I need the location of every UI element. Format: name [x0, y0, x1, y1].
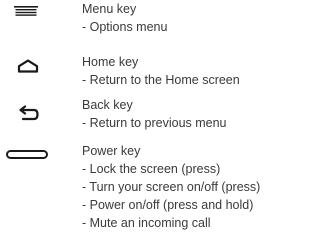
menu-key-function: - Options menu — [82, 20, 168, 34]
back-key-text: Back key - Return to previous menu — [82, 96, 227, 132]
back-key-function: - Return to previous menu — [82, 116, 227, 130]
home-key-name: Home key — [82, 55, 139, 69]
home-key-text: Home key - Return to the Home screen — [82, 53, 240, 89]
menu-key-name: Menu key — [82, 2, 137, 16]
hardware-key-list: Menu key - Options menu Home key - Retur… — [0, 0, 297, 246]
menu-key-text: Menu key - Options menu — [82, 0, 167, 36]
back-arrow-icon — [19, 105, 39, 121]
power-key-function-lock: - Lock the screen (press) — [82, 162, 221, 176]
power-key-function-power: - Power on/off (press and hold) — [82, 198, 254, 212]
power-key-name: Power key — [82, 144, 141, 158]
back-key-entry: Back key - Return to previous menu — [0, 96, 297, 140]
power-key-icon — [6, 150, 48, 159]
menu-key-entry: Menu key - Options menu — [0, 0, 297, 44]
menu-icon — [14, 6, 38, 16]
power-key-function-screen: - Turn your screen on/off (press) — [82, 180, 261, 194]
power-key-text: Power key - Lock the screen (press) - Tu… — [82, 142, 260, 232]
home-key-entry: Home key - Return to the Home screen — [0, 53, 297, 97]
home-key-function: - Return to the Home screen — [82, 73, 240, 87]
power-key-function-mute: - Mute an incoming call — [82, 216, 211, 230]
power-key-entry: Power key - Lock the screen (press) - Tu… — [0, 142, 297, 246]
home-icon — [17, 59, 39, 73]
back-key-name: Back key — [82, 98, 133, 112]
